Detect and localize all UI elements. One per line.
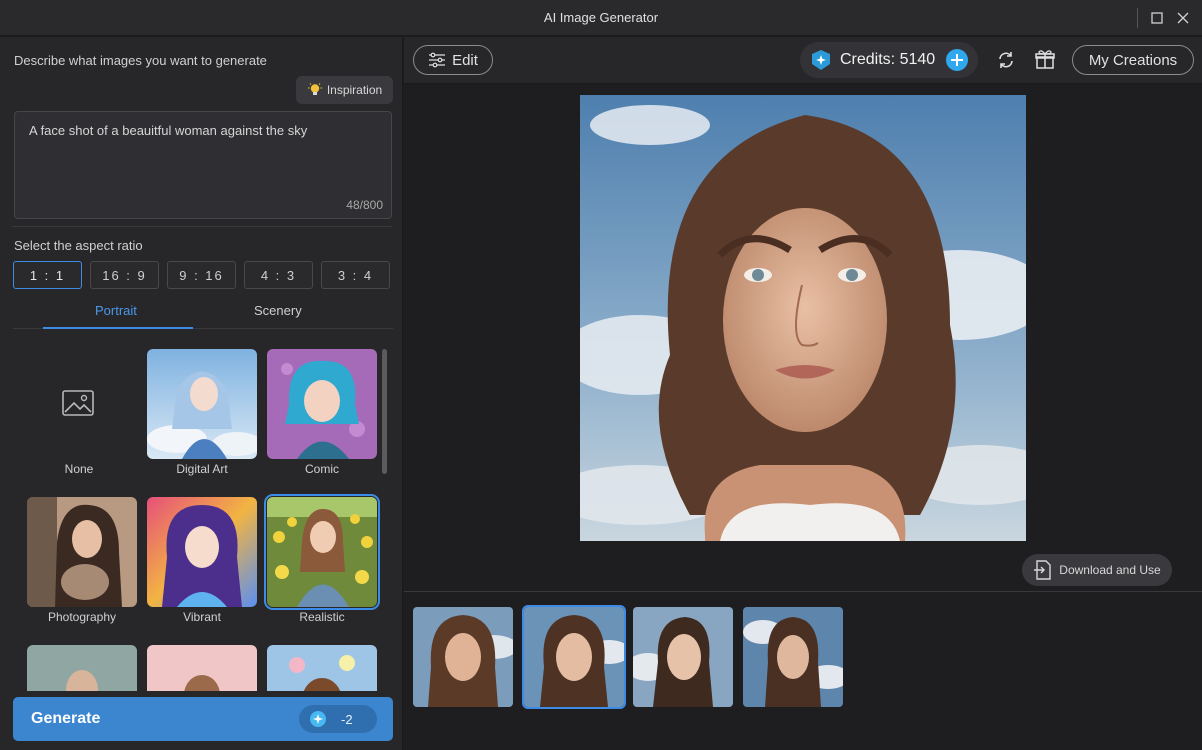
vibrant-thumbnail: [147, 497, 257, 607]
ratio-1-1[interactable]: 1 : 1: [13, 261, 82, 289]
inspiration-button[interactable]: Inspiration: [296, 76, 393, 104]
preview-area: Download and Use: [404, 85, 1202, 591]
result-thumbnail-2[interactable]: [522, 605, 626, 709]
char-counter: 48/800: [346, 198, 383, 212]
plus-icon: [951, 54, 963, 66]
style-more-2[interactable]: [147, 645, 257, 691]
image-icon: [62, 390, 94, 416]
style-label: None: [64, 462, 94, 476]
divider: [12, 226, 392, 227]
gift-button[interactable]: [1033, 48, 1057, 72]
window-title: AI Image Generator: [543, 10, 659, 25]
credit-gem-icon: [812, 50, 830, 70]
style-label: Photography: [47, 610, 117, 624]
generate-cost: -2: [341, 711, 353, 727]
digital-art-thumbnail: [147, 349, 257, 459]
gift-icon: [1035, 50, 1055, 69]
ratio-9-16[interactable]: 9 : 16: [167, 261, 236, 289]
style-vibrant[interactable]: Vibrant: [147, 497, 257, 624]
active-tab-indicator: [43, 327, 193, 329]
download-label: Download and Use: [1059, 563, 1161, 577]
portrait-image: [580, 95, 1026, 541]
style-label: Vibrant: [183, 610, 221, 624]
style-grid-scrollbar[interactable]: [382, 349, 387, 474]
title-bar: AI Image Generator: [0, 0, 1202, 36]
thumbnail-image: [743, 607, 843, 707]
thumbnail-image: [524, 607, 624, 707]
ratio-16-9[interactable]: 16 : 9: [90, 261, 159, 289]
inspiration-label: Inspiration: [326, 83, 383, 97]
refresh-icon: [999, 52, 1013, 68]
generated-image[interactable]: [580, 95, 1026, 541]
style-comic[interactable]: Comic: [267, 349, 377, 476]
style-digital-art[interactable]: Digital Art: [147, 349, 257, 476]
maximize-icon: [1151, 12, 1163, 24]
style-more-1[interactable]: [27, 645, 137, 691]
style-thumbnail: [24, 349, 134, 459]
tab-scenery[interactable]: Scenery: [254, 303, 302, 318]
generate-label: Generate: [31, 710, 101, 727]
style-thumbnail: [27, 645, 137, 691]
style-thumbnail: [267, 645, 377, 691]
style-more-3[interactable]: [267, 645, 377, 691]
credits-label: Credits: 5140: [840, 51, 936, 68]
tab-portrait[interactable]: Portrait: [95, 303, 137, 318]
thumbnail-image: [413, 607, 513, 707]
aspect-ratio-label: Select the aspect ratio: [14, 238, 143, 253]
comic-thumbnail: [267, 349, 377, 459]
style-label: Realistic: [299, 610, 345, 624]
result-thumbnails: [404, 591, 1202, 750]
style-thumbnail: [147, 645, 257, 691]
credits-pill: Credits: 5140: [800, 42, 978, 78]
sliders-icon: [429, 52, 446, 68]
lightbulb-icon: [307, 83, 322, 95]
style-label: Digital Art: [176, 462, 228, 476]
top-toolbar: Edit Credits: 5140 My Creations: [404, 37, 1202, 84]
style-more-thumbnail: [267, 645, 377, 691]
result-thumbnail-4[interactable]: [743, 607, 843, 707]
title-separator: [1137, 8, 1138, 28]
style-more-thumbnail: [147, 645, 257, 691]
close-button[interactable]: [1172, 8, 1194, 28]
refresh-button[interactable]: [994, 48, 1018, 72]
style-thumbnail: [267, 349, 377, 459]
edit-label: Edit: [452, 51, 478, 69]
style-realistic[interactable]: Realistic: [264, 494, 380, 624]
ratio-3-4[interactable]: 3 : 4: [321, 261, 390, 289]
style-thumbnail: [147, 349, 257, 459]
edit-button[interactable]: Edit: [413, 45, 493, 75]
aspect-ratio-options: 1 : 1 16 : 9 9 : 16 4 : 3 3 : 4: [13, 261, 390, 289]
prompt-textarea[interactable]: A face shot of a beauitful woman against…: [14, 111, 392, 219]
thumbnail-image: [633, 607, 733, 707]
result-thumbnail-1[interactable]: [413, 607, 513, 707]
generate-cost-badge: -2: [299, 705, 377, 733]
add-credits-button[interactable]: [946, 49, 968, 71]
result-thumbnail-3[interactable]: [633, 607, 733, 707]
style-photography[interactable]: Photography: [27, 497, 137, 624]
style-more-thumbnail: [27, 645, 137, 691]
style-thumbnail: [264, 494, 380, 610]
download-and-use-button[interactable]: Download and Use: [1022, 554, 1172, 586]
style-thumbnail: [147, 497, 257, 607]
my-creations-button[interactable]: My Creations: [1072, 45, 1194, 75]
close-icon: [1177, 12, 1189, 24]
style-tabs: Portrait Scenery: [13, 295, 393, 329]
left-panel: Describe what images you want to generat…: [0, 37, 403, 750]
style-label: Comic: [304, 462, 339, 476]
style-thumbnail: [27, 497, 137, 607]
photography-thumbnail: [27, 497, 137, 607]
credit-gem-icon: [310, 711, 326, 727]
prompt-label: Describe what images you want to generat…: [14, 53, 267, 68]
maximize-button[interactable]: [1146, 8, 1168, 28]
generate-button[interactable]: Generate -2: [13, 697, 393, 741]
realistic-thumbnail: [267, 497, 377, 607]
ratio-4-3[interactable]: 4 : 3: [244, 261, 313, 289]
download-file-icon: [1034, 560, 1051, 580]
style-grid: None Digital Art Comic Photography Vibra…: [13, 339, 393, 691]
style-none[interactable]: None: [24, 349, 134, 476]
prompt-text[interactable]: A face shot of a beauitful woman against…: [29, 123, 307, 138]
